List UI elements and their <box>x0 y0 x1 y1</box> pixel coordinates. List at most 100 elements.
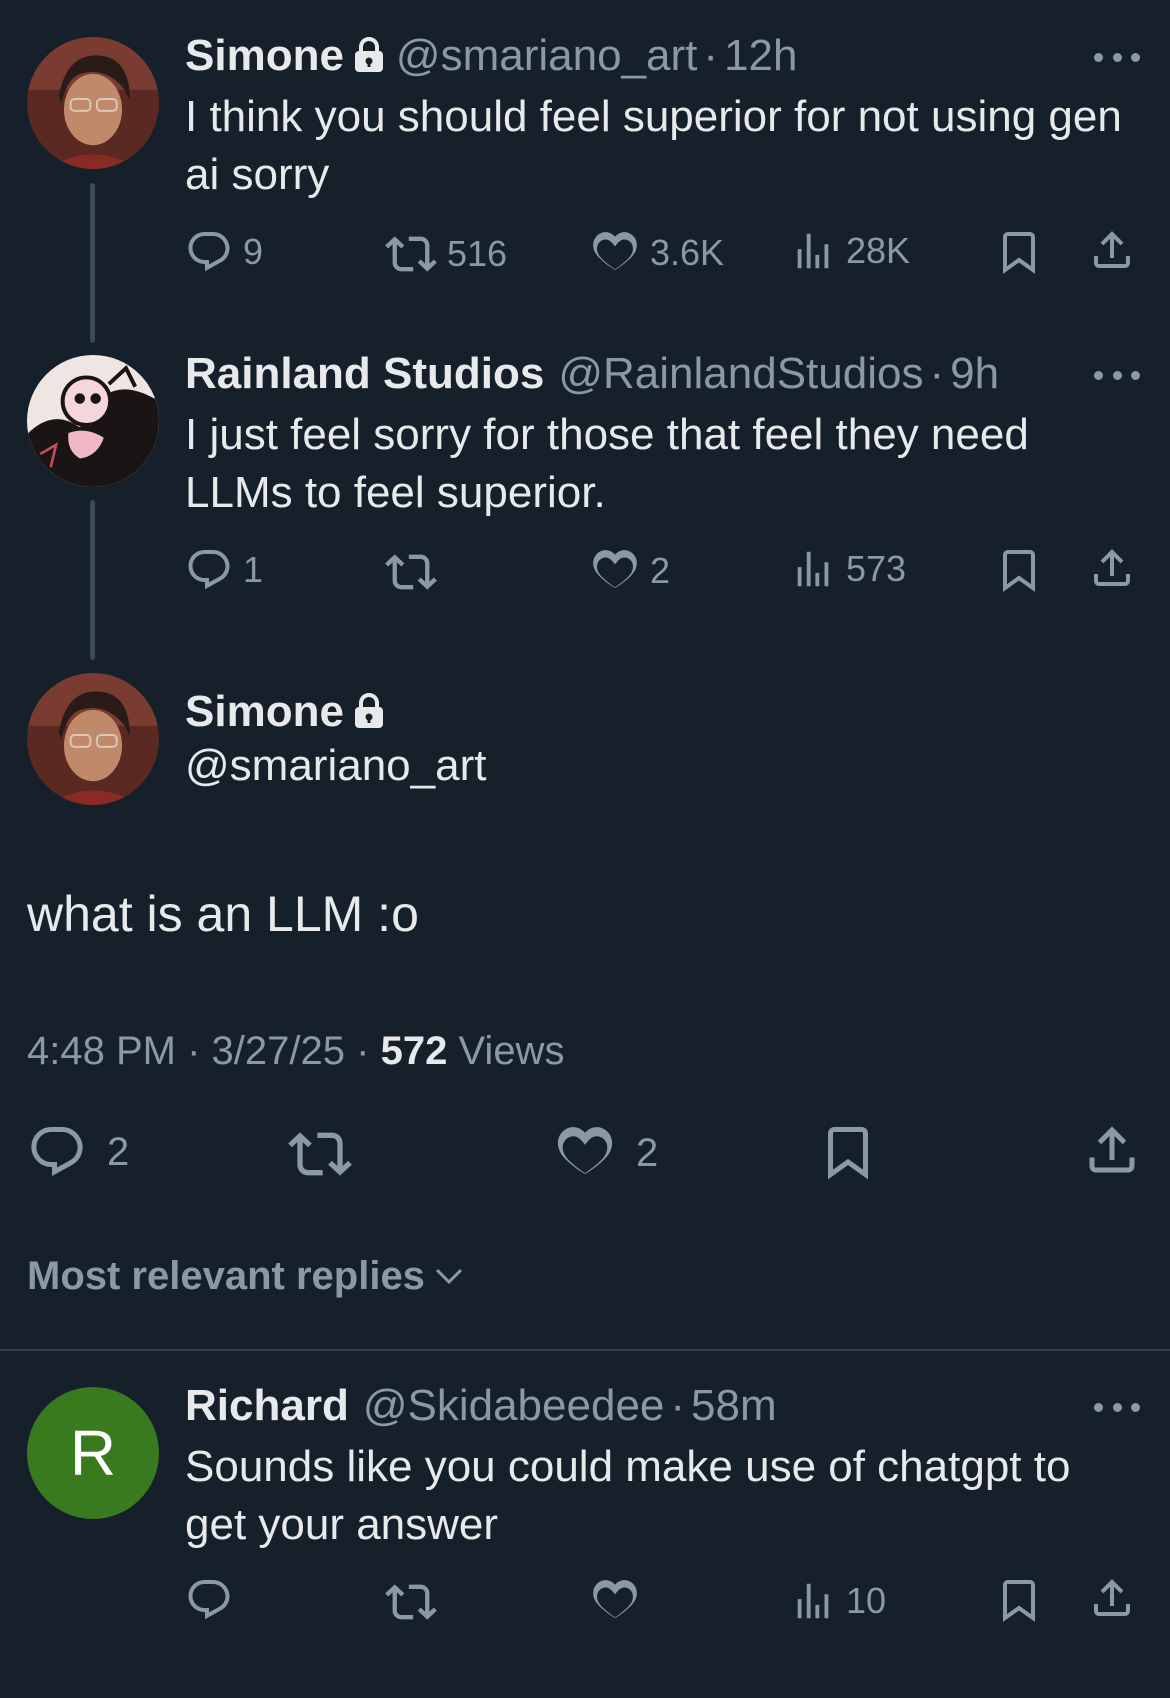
repost-icon <box>385 1576 437 1628</box>
tweet-date[interactable]: 3/27/25 <box>212 1029 345 1073</box>
share-icon <box>1082 1120 1142 1180</box>
author-name[interactable]: Simone <box>185 31 344 80</box>
divider <box>0 1349 1170 1351</box>
repost-button[interactable] <box>288 1122 352 1186</box>
views-count: 10 <box>846 1580 887 1621</box>
reply-button[interactable]: 9 <box>185 228 263 276</box>
tweet-header: Richard @Skidabeedee · 58m <box>185 1380 777 1432</box>
replies-sort-label: Most relevant replies <box>27 1254 425 1298</box>
reply-count: 1 <box>243 549 264 590</box>
share-button[interactable] <box>1088 226 1136 274</box>
tweet-header: Rainland Studios @RainlandStudios · 9h <box>185 348 999 400</box>
thread-connector <box>90 500 95 660</box>
repost-button[interactable] <box>385 546 447 598</box>
avatar-letter: R <box>69 1417 117 1489</box>
more-icon[interactable] <box>1094 50 1140 64</box>
reply-count: 2 <box>107 1129 130 1174</box>
repost-icon <box>385 228 437 280</box>
views-button[interactable]: 10 <box>790 1578 886 1624</box>
separator: · <box>187 1029 201 1073</box>
like-count: 2 <box>650 550 671 591</box>
reply-button[interactable] <box>185 1576 233 1624</box>
separator: · <box>356 1029 370 1073</box>
author-handle[interactable]: @RainlandStudios <box>558 349 923 398</box>
author-handle[interactable]: @Skidabeedee <box>363 1381 665 1430</box>
repost-button[interactable]: 516 <box>385 228 507 280</box>
bookmark-icon <box>995 1576 1043 1624</box>
views-count: 28K <box>846 230 911 271</box>
share-icon <box>1088 226 1136 274</box>
bookmark-button[interactable] <box>995 1576 1043 1624</box>
tweet-text: I think you should feel superior for not… <box>185 92 1122 199</box>
main-tweet-text: what is an LLM :o <box>27 886 419 942</box>
tweet-meta: 4:48 PM · 3/27/25 · 572 Views <box>27 1025 564 1077</box>
timestamp[interactable]: 12h <box>724 31 797 80</box>
reply-count: 9 <box>243 231 264 272</box>
views-label: Views <box>458 1029 565 1073</box>
chevron-down-icon <box>435 1268 462 1285</box>
avatar[interactable] <box>27 673 159 805</box>
tweet-text: I just feel sorry for those that feel th… <box>185 410 1029 517</box>
replies-sort-dropdown[interactable]: Most relevant replies <box>27 1250 467 1302</box>
timestamp[interactable]: 58m <box>691 1381 777 1430</box>
reply-icon <box>185 546 233 594</box>
repost-button[interactable] <box>385 1576 437 1628</box>
tweet-text: Sounds like you could make use of chatgp… <box>185 1442 1071 1549</box>
timestamp[interactable]: 9h <box>950 349 999 398</box>
reply-icon <box>185 228 233 276</box>
views-button[interactable]: 573 <box>790 546 906 592</box>
share-icon <box>1088 544 1136 592</box>
author-name[interactable]: Rainland Studios <box>185 349 544 398</box>
tweet-time[interactable]: 4:48 PM <box>27 1029 176 1073</box>
lock-icon <box>354 693 383 728</box>
bookmark-button[interactable] <box>818 1122 878 1182</box>
like-icon <box>590 228 640 278</box>
reply-button[interactable]: 1 <box>185 546 263 594</box>
tweet-header: Simone @smariano_art · 12h <box>185 30 797 82</box>
repost-icon <box>288 1122 352 1186</box>
reply-icon <box>185 1576 233 1624</box>
share-button[interactable] <box>1088 544 1136 592</box>
thread-connector <box>90 183 95 343</box>
views-icon <box>790 546 836 592</box>
separator: · <box>703 31 719 80</box>
bookmark-button[interactable] <box>995 228 1043 276</box>
share-button[interactable] <box>1082 1120 1142 1180</box>
author-name[interactable]: Simone <box>185 687 344 736</box>
like-count: 3.6K <box>650 232 725 273</box>
like-count: 2 <box>636 1130 659 1175</box>
like-icon <box>590 1576 640 1626</box>
main-author-name: Simone <box>185 686 396 738</box>
separator: · <box>670 1381 686 1430</box>
views-count: 573 <box>846 548 907 589</box>
author-handle[interactable]: @smariano_art <box>185 740 486 792</box>
avatar[interactable]: R <box>27 1387 159 1519</box>
lock-icon <box>354 37 383 72</box>
bookmark-icon <box>995 228 1043 276</box>
repost-count: 516 <box>447 233 508 274</box>
more-icon[interactable] <box>1094 1400 1140 1414</box>
reply-icon <box>27 1122 87 1182</box>
views-icon <box>790 228 836 274</box>
author-name[interactable]: Richard <box>185 1381 349 1430</box>
views-button[interactable]: 28K <box>790 228 910 274</box>
like-icon <box>590 546 640 596</box>
bookmark-icon <box>818 1122 878 1182</box>
like-button[interactable] <box>590 1576 640 1626</box>
bookmark-button[interactable] <box>995 546 1043 594</box>
like-button[interactable]: 3.6K <box>590 228 724 278</box>
views-count: 572 <box>380 1029 448 1073</box>
like-icon <box>554 1122 616 1184</box>
avatar[interactable] <box>27 37 159 169</box>
author-handle[interactable]: @smariano_art <box>396 31 697 80</box>
bookmark-icon <box>995 546 1043 594</box>
like-button[interactable]: 2 <box>554 1122 658 1184</box>
share-icon <box>1088 1574 1136 1622</box>
avatar[interactable] <box>27 355 159 487</box>
repost-icon <box>385 546 437 598</box>
like-button[interactable]: 2 <box>590 546 670 596</box>
share-button[interactable] <box>1088 1574 1136 1622</box>
reply-button[interactable]: 2 <box>27 1122 129 1182</box>
views-icon <box>790 1578 836 1624</box>
more-icon[interactable] <box>1094 368 1140 382</box>
